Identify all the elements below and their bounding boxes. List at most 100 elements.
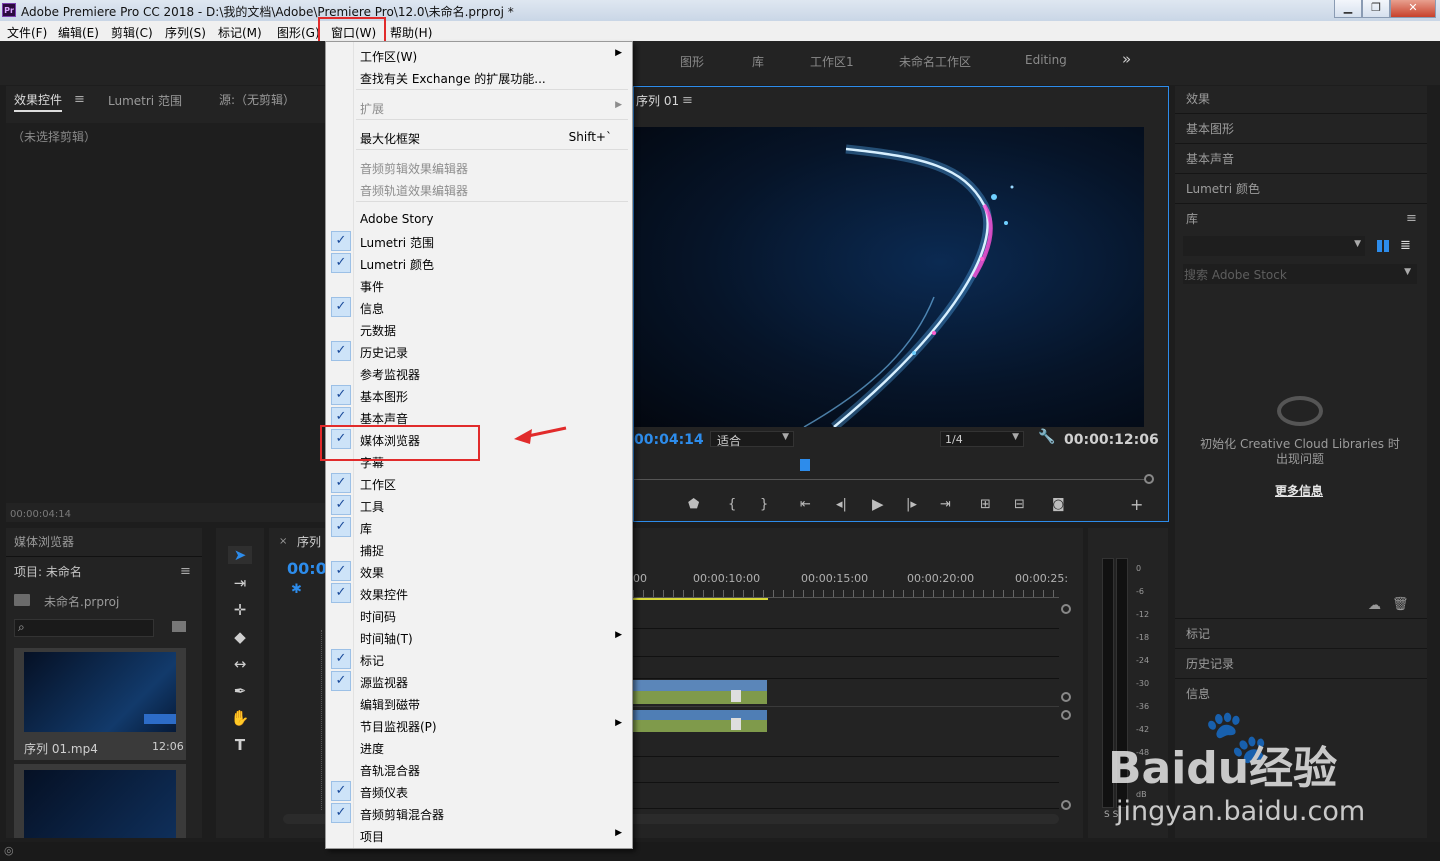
window-menu-item[interactable]: 最大化框架 Shift+` (326, 126, 632, 148)
window-menu-item[interactable]: ✓ Lumetri 颜色 (326, 252, 632, 274)
add-button-icon[interactable]: + (1130, 495, 1143, 514)
menu-file[interactable]: 文件(F) (7, 24, 47, 41)
pen-tool-icon[interactable]: ✒ (228, 682, 252, 700)
step-back-icon[interactable]: ◂| (836, 497, 847, 512)
window-menu-item[interactable]: ✓ 工具 (326, 494, 632, 516)
window-menu-item[interactable]: 元数据 (326, 318, 632, 340)
tab-lumetri-scopes[interactable]: Lumetri 范围 (108, 92, 182, 109)
add-marker-icon[interactable]: ⬟ (688, 497, 699, 512)
panel-info[interactable]: 信息 (1186, 685, 1210, 702)
work-area-bar[interactable] (633, 598, 768, 600)
timeline-scroll-handle[interactable] (1061, 604, 1071, 614)
timeline-scroll-handle[interactable] (1061, 800, 1071, 810)
step-forward-icon[interactable]: |▸ (906, 497, 917, 512)
time-ruler[interactable] (633, 590, 1059, 598)
window-menu-item[interactable]: ✓ 信息 (326, 296, 632, 318)
tab-media-browser[interactable]: 媒体浏览器 (14, 533, 74, 550)
workspace-overflow-button[interactable]: » (1122, 50, 1131, 68)
panel-markers[interactable]: 标记 (1186, 625, 1210, 642)
window-menu-item[interactable]: 参考监视器 (326, 362, 632, 384)
tab-sequence[interactable]: 序列 (297, 533, 321, 550)
menu-help[interactable]: 帮助(H) (390, 24, 432, 41)
audio-clip[interactable] (633, 710, 767, 732)
window-menu-item[interactable]: 进度 (326, 736, 632, 758)
extract-icon[interactable]: ⊟ (1014, 497, 1025, 512)
libraries-menu-icon[interactable]: ≡ (1406, 211, 1417, 226)
window-menu-item[interactable]: ✓ 工作区 (326, 472, 632, 494)
window-menu-item[interactable]: Adobe Story (326, 208, 632, 230)
mark-in-icon[interactable]: { (728, 497, 736, 512)
panel-effects[interactable]: 效果 (1186, 90, 1210, 107)
video-clip[interactable] (633, 680, 767, 704)
project-menu-icon[interactable]: ≡ (180, 564, 191, 579)
timeline-scroll-handle[interactable] (1061, 710, 1071, 720)
track-select-tool-icon[interactable]: ⇥ (228, 574, 252, 592)
workspace-libraries[interactable]: 库 (752, 53, 764, 70)
window-menu-item[interactable]: 时间轴(T) ▶ (326, 626, 632, 648)
lift-icon[interactable]: ⊞ (980, 497, 991, 512)
library-select[interactable]: ▼ (1183, 236, 1365, 256)
cloud-sync-icon[interactable]: ☁ (1368, 598, 1381, 613)
program-menu-icon[interactable]: ≡ (682, 93, 693, 108)
restore-button[interactable]: ❐ (1362, 0, 1390, 18)
window-menu-item[interactable]: ✓ 标记 (326, 648, 632, 670)
window-menu-item[interactable]: 项目 ▶ (326, 824, 632, 846)
ripple-edit-tool-icon[interactable]: ✛ (228, 601, 252, 619)
fit-zoom-select[interactable]: 适合 ▼ (710, 431, 794, 448)
panel-essential-graphics[interactable]: 基本图形 (1186, 120, 1234, 137)
timeline-close-icon[interactable]: × (279, 536, 287, 547)
window-menu-item[interactable]: 捕捉 (326, 538, 632, 560)
menu-clip[interactable]: 剪辑(C) (111, 24, 153, 41)
workspace-untitled[interactable]: 未命名工作区 (899, 53, 971, 70)
window-menu-item[interactable]: ✓ 源监视器 (326, 670, 632, 692)
window-menu-item[interactable]: 音轨混合器 (326, 758, 632, 780)
go-to-in-icon[interactable]: ⇤ (800, 497, 811, 512)
timeline-timecode[interactable]: 00:0 (287, 559, 327, 578)
window-menu-item[interactable]: ✓ 音频剪辑混合器 (326, 802, 632, 824)
go-to-out-icon[interactable]: ⇥ (940, 497, 951, 512)
workspace-graphics[interactable]: 图形 (680, 53, 704, 70)
panel-libraries[interactable]: 库 (1186, 210, 1198, 227)
menu-graphics[interactable]: 图形(G) (277, 24, 320, 41)
window-menu-item[interactable]: ✓ 历史记录 (326, 340, 632, 362)
zoom-handle[interactable] (1144, 474, 1154, 484)
workspace-1[interactable]: 工作区1 (810, 53, 854, 70)
grid-view-icon[interactable] (1377, 240, 1389, 252)
wrench-icon[interactable]: 🔧 (1038, 429, 1055, 445)
export-frame-icon[interactable]: ◙ (1052, 497, 1065, 512)
timeline-scroll-handle[interactable] (1061, 692, 1071, 702)
program-current-timecode[interactable]: 00:04:14 (634, 432, 704, 448)
window-menu-item[interactable]: ✓ 效果 (326, 560, 632, 582)
playback-resolution-select[interactable]: 1/4 ▼ (940, 431, 1024, 447)
mark-out-icon[interactable]: } (760, 497, 768, 512)
tab-source[interactable]: 源:（无剪辑） (219, 91, 295, 108)
window-menu-item[interactable]: ✓ 效果控件 (326, 582, 632, 604)
window-menu-item[interactable]: 工作区(W) ▶ (326, 44, 632, 66)
tab-program-monitor[interactable]: 序列 01 (636, 92, 679, 109)
playhead-scrubber[interactable] (634, 479, 1146, 480)
panel-essential-sound[interactable]: 基本声音 (1186, 150, 1234, 167)
slip-tool-icon[interactable]: ↔ (228, 655, 252, 673)
window-menu-item[interactable]: ✓ Lumetri 范围 (326, 230, 632, 252)
window-menu-item[interactable]: 查找有关 Exchange 的扩展功能... (326, 66, 632, 88)
menu-edit[interactable]: 编辑(E) (58, 24, 99, 41)
panel-history[interactable]: 历史记录 (1186, 655, 1234, 672)
hand-tool-icon[interactable]: ✋ (228, 709, 252, 727)
menu-sequence[interactable]: 序列(S) (165, 24, 206, 41)
window-menu-item[interactable]: 事件 (326, 274, 632, 296)
snap-icon[interactable]: ✱ (291, 582, 302, 597)
panel-menu-icon[interactable]: ≡ (74, 92, 85, 107)
minimize-button[interactable]: ▁ (1334, 0, 1362, 18)
window-menu-item[interactable]: ✓ 音频仪表 (326, 780, 632, 802)
project-search-input[interactable]: ⌕ (14, 619, 154, 637)
window-menu-item[interactable]: 编辑到磁带 (326, 692, 632, 714)
trash-icon[interactable]: 🗑 (1392, 597, 1409, 612)
playhead-marker[interactable] (800, 459, 810, 471)
window-menu-item[interactable]: ✓ 基本图形 (326, 384, 632, 406)
selection-tool-icon[interactable]: ➤ (228, 546, 252, 564)
razor-tool-icon[interactable]: ◆ (228, 628, 252, 646)
panel-lumetri-color[interactable]: Lumetri 颜色 (1186, 180, 1260, 197)
more-info-link[interactable]: 更多信息 (1275, 482, 1323, 499)
new-bin-icon[interactable] (172, 621, 186, 632)
window-menu-item[interactable]: ✓ 库 (326, 516, 632, 538)
